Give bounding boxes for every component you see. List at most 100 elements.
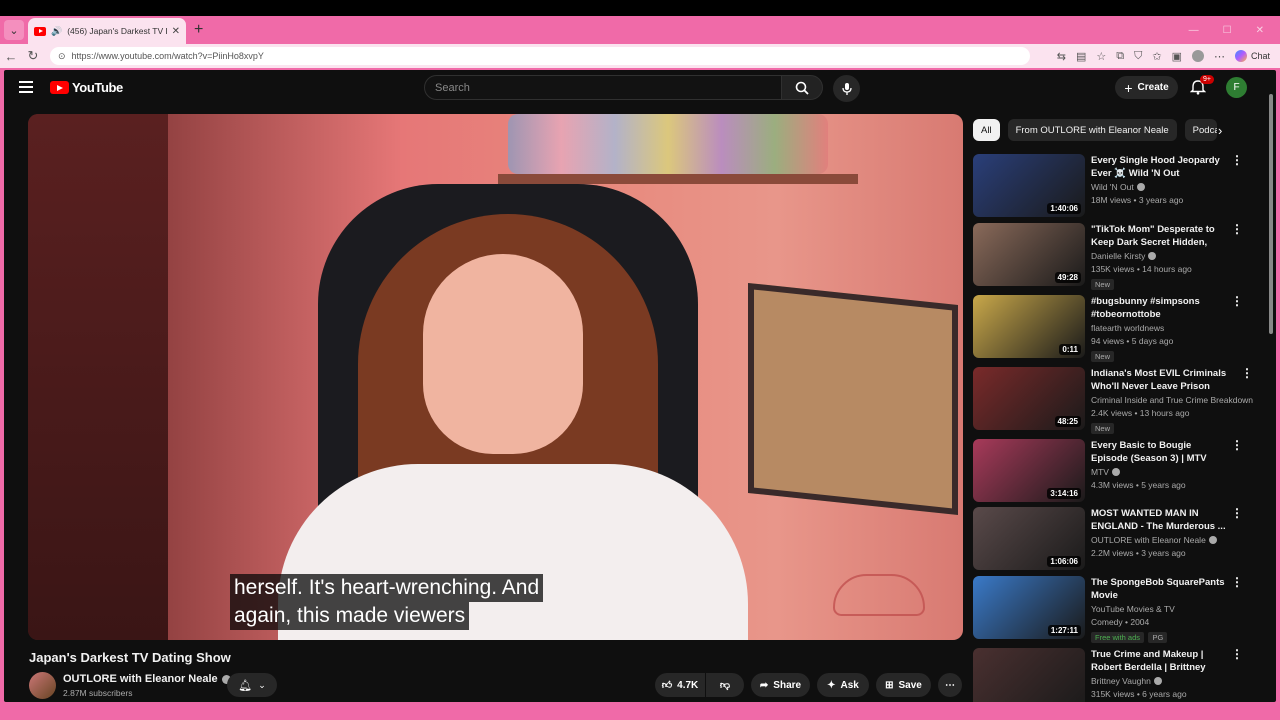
ask-button[interactable]: ✦ Ask	[817, 673, 869, 697]
back-icon[interactable]: ←	[0, 49, 22, 64]
browser-toolbar-icons: ⇆ ▤ ☆ ⧉ ⛉ ✩ ▣ ⋯ Chat	[1057, 50, 1270, 63]
like-button[interactable]: 👍︎ 4.7K	[655, 673, 705, 697]
close-tab-icon[interactable]: ✕	[172, 26, 180, 37]
plus-icon: +	[1124, 79, 1133, 96]
recommendation-channel-row[interactable]: Criminal Inside and True Crime Breakdown	[1091, 395, 1253, 405]
chip-all[interactable]: All	[973, 119, 1000, 141]
recommendation-channel-row[interactable]: Danielle Kirsty	[1091, 251, 1243, 261]
recommendation-item[interactable]: 48:25 Indiana's Most EVIL Criminals Who'l…	[973, 367, 1253, 436]
chevron-right-icon[interactable]: ›	[1218, 123, 1222, 138]
recommendation-item[interactable]: 49:28 "TikTok Mom" Desperate to Keep Dark…	[973, 223, 1243, 292]
tab-list-button[interactable]: ⌄	[4, 20, 24, 40]
video-thumbnail[interactable]	[973, 648, 1085, 702]
hamburger-menu-icon[interactable]	[19, 81, 33, 93]
video-thumbnail[interactable]: 49:28	[973, 223, 1085, 286]
video-thumbnail[interactable]: 1:27:11	[973, 576, 1085, 639]
chat-label: Chat	[1250, 51, 1270, 61]
recommendation-channel: MTV	[1091, 467, 1109, 477]
create-button[interactable]: + Create	[1115, 76, 1178, 99]
more-actions-button[interactable]: ⋯	[938, 673, 962, 697]
recommendation-channel-row[interactable]: Brittney Vaughn	[1091, 676, 1243, 686]
recommendation-item[interactable]: 3:14:16 Every Basic to Bougie Episode (Se…	[973, 439, 1243, 502]
recommendation-title[interactable]: Indiana's Most EVIL Criminals Who'll Nev…	[1091, 367, 1253, 393]
save-button[interactable]: ⊞ Save	[876, 673, 931, 697]
verified-icon	[1208, 536, 1217, 544]
recommendation-title[interactable]: The SpongeBob SquarePants Movie	[1091, 576, 1243, 602]
subscription-bell-button[interactable]: 🔔︎ ⌄	[227, 673, 277, 697]
recommendation-channel-row[interactable]: flatearth worldnews	[1091, 323, 1243, 333]
recommendation-title[interactable]: True Crime and Makeup | Robert Berdella …	[1091, 648, 1243, 674]
recommendation-meta: #bugsbunny #simpsons #tobeornottobe flate…	[1091, 295, 1243, 364]
reading-view-icon[interactable]: ▤	[1076, 50, 1086, 63]
account-avatar[interactable]: F	[1226, 77, 1247, 98]
video-thumbnail[interactable]: 1:06:06	[973, 507, 1085, 570]
more-vertical-icon[interactable]: ⋮	[1231, 576, 1243, 588]
recommendation-item[interactable]: True Crime and Makeup | Robert Berdella …	[973, 648, 1243, 702]
recommendation-channel-row[interactable]: OUTLORE with Eleanor Neale	[1091, 535, 1243, 545]
search-button[interactable]	[781, 75, 823, 100]
reload-icon[interactable]: ↻	[22, 48, 44, 64]
recommendation-channel-row[interactable]: YouTube Movies & TV	[1091, 604, 1243, 614]
recommendation-meta: MOST WANTED MAN IN ENGLAND - The Murdero…	[1091, 507, 1243, 570]
shield-icon[interactable]: ⛉	[1134, 50, 1142, 63]
more-menu-icon[interactable]: ⋯	[1214, 50, 1225, 63]
chip-podcasts[interactable]: Podca	[1184, 119, 1217, 141]
save-label: Save	[898, 679, 922, 691]
extensions-icon[interactable]: ⧉	[1116, 50, 1124, 63]
video-thumbnail[interactable]: 48:25	[973, 367, 1085, 430]
recommendation-views: 2.4K views • 13 hours ago	[1091, 408, 1190, 418]
new-tab-button[interactable]: +	[194, 21, 203, 39]
favorites-icon[interactable]: ✩	[1152, 50, 1161, 63]
maximize-icon[interactable]: ☐	[1223, 25, 1232, 36]
share-button[interactable]: ➦ Share	[751, 673, 810, 697]
site-info-icon[interactable]: ⊙	[58, 51, 66, 62]
video-thumbnail[interactable]: 1:40:06	[973, 154, 1085, 217]
recommendation-title[interactable]: Every Single Hood Jeopardy Ever ☠️ Wild …	[1091, 154, 1243, 180]
url-field[interactable]: ⊙ https://www.youtube.com/watch?v=PiinHo…	[50, 47, 1030, 65]
youtube-logo[interactable]: YouTube	[50, 80, 123, 95]
recommendation-views: 315K views • 6 years ago	[1091, 689, 1187, 699]
recommendation-item[interactable]: 1:40:06 Every Single Hood Jeopardy Ever ☠…	[973, 154, 1243, 217]
copilot-chat-button[interactable]: Chat	[1234, 50, 1270, 62]
recommendation-title[interactable]: #bugsbunny #simpsons #tobeornottobe	[1091, 295, 1243, 321]
channel-name-row[interactable]: OUTLORE with Eleanor Neale	[63, 673, 231, 685]
more-vertical-icon[interactable]: ⋮	[1231, 295, 1243, 307]
more-vertical-icon[interactable]: ⋮	[1231, 439, 1243, 451]
recommendation-views: Comedy • 2004	[1091, 617, 1150, 627]
recommendation-item[interactable]: 1:06:06 MOST WANTED MAN IN ENGLAND - The …	[973, 507, 1243, 570]
speaker-icon[interactable]: 🔊	[51, 26, 62, 37]
recommendation-channel: Wild 'N Out	[1091, 182, 1134, 192]
recommendation-title[interactable]: "TikTok Mom" Desperate to Keep Dark Secr…	[1091, 223, 1243, 249]
channel-avatar[interactable]	[29, 672, 56, 699]
translate-icon[interactable]: ⇆	[1057, 50, 1066, 63]
recommendation-title[interactable]: Every Basic to Bougie Episode (Season 3)…	[1091, 439, 1243, 465]
more-vertical-icon[interactable]: ⋮	[1231, 648, 1243, 660]
duration-badge: 1:06:06	[1047, 556, 1081, 567]
collections-icon[interactable]: ▣	[1172, 50, 1182, 63]
close-window-icon[interactable]: ✕	[1256, 25, 1264, 36]
recommendation-item[interactable]: 0:11 #bugsbunny #simpsons #tobeornottobe f…	[973, 295, 1243, 364]
recommendation-channel-row[interactable]: Wild 'N Out	[1091, 182, 1243, 192]
minimize-icon[interactable]: —	[1189, 25, 1199, 36]
search-input[interactable]: Search	[424, 75, 782, 100]
profile-avatar[interactable]	[1191, 50, 1204, 62]
duration-badge: 49:28	[1054, 272, 1081, 283]
more-vertical-icon[interactable]: ⋮	[1231, 507, 1243, 519]
scrollbar-thumb[interactable]	[1269, 94, 1273, 334]
chip-from-channel[interactable]: From OUTLORE with Eleanor Neale	[1007, 119, 1177, 141]
recommendation-title[interactable]: MOST WANTED MAN IN ENGLAND - The Murdero…	[1091, 507, 1243, 533]
top-strip	[0, 0, 1280, 16]
dislike-button[interactable]: 👎︎	[706, 673, 744, 697]
voice-search-button[interactable]	[833, 75, 860, 102]
recommendation-meta: Indiana's Most EVIL Criminals Who'll Nev…	[1091, 367, 1253, 436]
video-thumbnail[interactable]: 0:11	[973, 295, 1085, 358]
more-vertical-icon[interactable]: ⋮	[1231, 154, 1243, 166]
browser-tab[interactable]: 🔊 (456) Japan's Darkest TV Dati ✕	[28, 18, 186, 44]
video-thumbnail[interactable]: 3:14:16	[973, 439, 1085, 502]
favorite-star-icon[interactable]: ☆	[1096, 50, 1106, 63]
recommendation-channel-row[interactable]: MTV	[1091, 467, 1243, 477]
video-player[interactable]: herself. It's heart-wrenching. And again…	[28, 114, 963, 640]
more-vertical-icon[interactable]: ⋮	[1241, 367, 1253, 379]
more-vertical-icon[interactable]: ⋮	[1231, 223, 1243, 235]
recommendation-item[interactable]: 1:27:11 The SpongeBob SquarePants Movie Yo…	[973, 576, 1243, 645]
